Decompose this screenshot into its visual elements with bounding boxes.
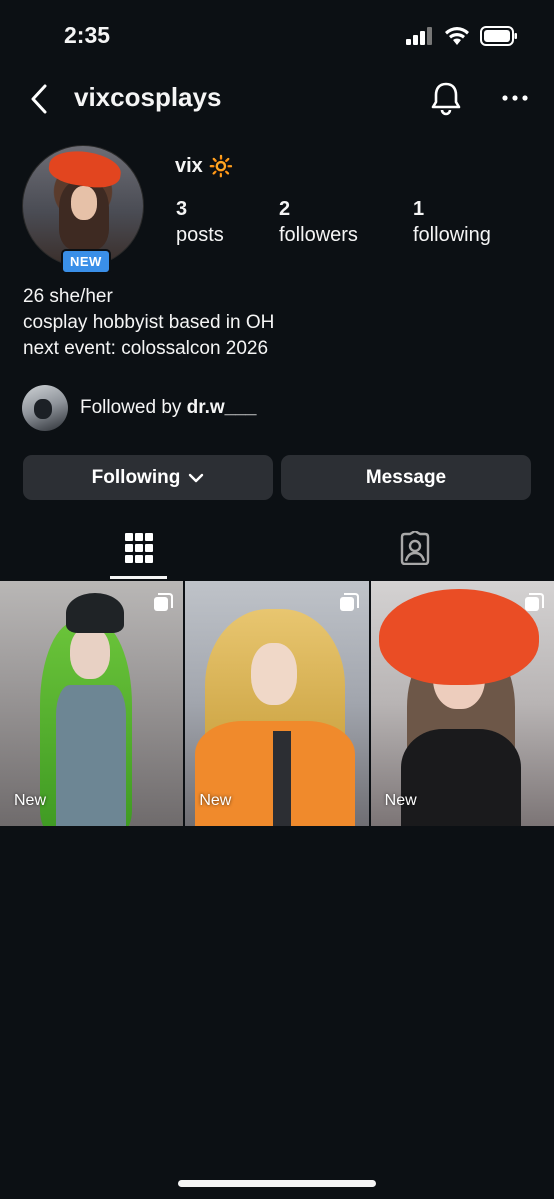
bell-icon[interactable] (428, 80, 464, 116)
follower-avatar (22, 385, 68, 431)
following-button[interactable]: Following (23, 455, 273, 500)
message-button[interactable]: Message (281, 455, 531, 500)
battery-icon (480, 26, 517, 46)
display-name-text: vix (175, 155, 203, 177)
followed-by-text: Followed by dr.w___ (80, 397, 256, 419)
carousel-icon (154, 593, 174, 611)
more-options-icon[interactable] (500, 92, 530, 104)
posts-label: posts (176, 224, 224, 246)
post-thumbnail[interactable]: New (0, 581, 184, 826)
following-label: following (413, 224, 491, 246)
followed-by[interactable]: Followed by dr.w___ (22, 385, 256, 431)
post-thumbnail[interactable]: New (370, 581, 554, 826)
post-new-label: New (199, 792, 232, 809)
followers-count: 2 (279, 198, 291, 220)
posts-grid: New New New (0, 581, 554, 826)
display-name: vix 🔆 (175, 154, 234, 179)
post-new-label: New (384, 792, 417, 809)
grid-icon[interactable] (124, 531, 154, 565)
followers-label: followers (279, 224, 358, 246)
profile-username: vixcosplays (74, 82, 222, 112)
carousel-icon (524, 593, 544, 611)
wifi-icon (445, 27, 469, 45)
bio-line: next event: colossalcon 2026 (23, 338, 269, 359)
post-new-label: New (14, 792, 47, 809)
active-tab-indicator (110, 576, 167, 579)
back-icon[interactable] (26, 82, 54, 116)
stat-posts[interactable]: 3 posts (176, 196, 224, 248)
posts-count: 3 (176, 198, 188, 220)
post-thumbnail[interactable]: New (185, 581, 369, 826)
chevron-down-icon (189, 473, 204, 482)
status-icons (406, 26, 518, 46)
signal-icon (406, 27, 432, 45)
new-badge: NEW (61, 249, 111, 274)
following-count: 1 (413, 198, 425, 220)
bio-line: 26 she/her (23, 286, 113, 307)
followed-by-user: dr.w___ (186, 397, 257, 418)
following-button-label: Following (91, 466, 181, 488)
profile-avatar-container[interactable]: NEW (22, 145, 144, 274)
bio-line: cosplay hobbyist based in OH (23, 312, 275, 333)
home-indicator[interactable] (178, 1180, 376, 1187)
followed-by-prefix: Followed by (80, 397, 187, 418)
message-button-label: Message (365, 466, 447, 488)
carousel-icon (339, 593, 359, 611)
stat-followers[interactable]: 2 followers (279, 196, 358, 248)
status-time: 2:35 (64, 22, 111, 48)
profile-bio: 26 she/her cosplay hobbyist based in OH … (23, 284, 274, 362)
tagged-icon[interactable] (398, 531, 432, 565)
sun-emoji: 🔆 (208, 156, 234, 178)
stat-following[interactable]: 1 following (413, 196, 491, 248)
